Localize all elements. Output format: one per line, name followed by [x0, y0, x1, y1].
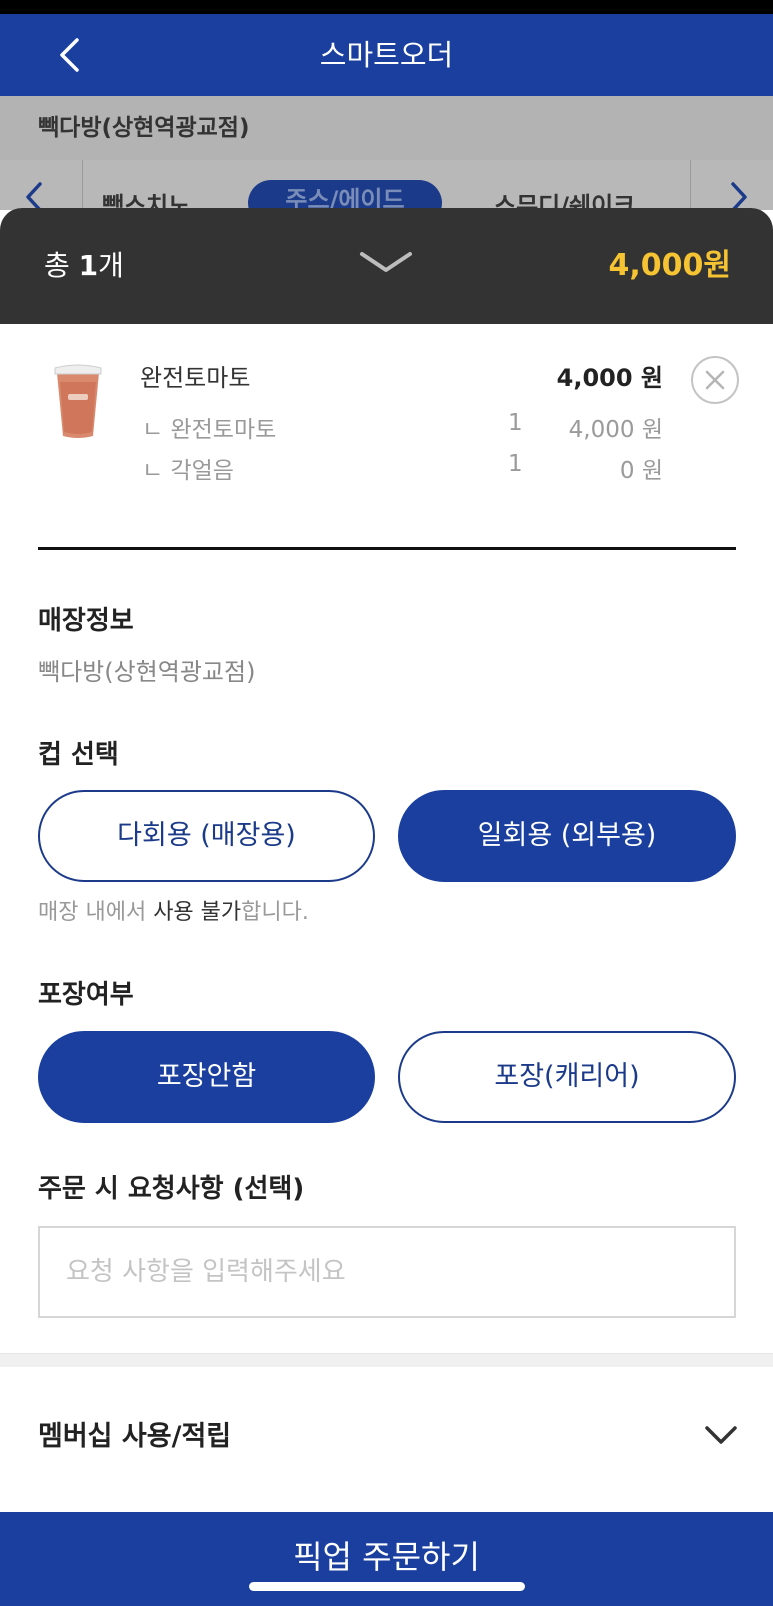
cup-select-title: 컵 선택 [38, 740, 119, 770]
category-divider [690, 160, 691, 210]
chevron-left-icon [26, 182, 42, 210]
total-count-value: 1 [78, 249, 99, 282]
cart-item-name: 완전토마토 [140, 364, 251, 392]
section-separator [0, 1353, 773, 1367]
option-price: 0 원 [619, 458, 663, 484]
category-tabs: 빽스치노 주스/에이드 스무디/쉐이크 [0, 160, 773, 210]
total-count-prefix: 총 [44, 249, 70, 282]
pickup-order-button[interactable]: 픽업 주문하기 [0, 1512, 773, 1606]
membership-label: 멤버십 사용/적립 [38, 1421, 232, 1452]
cup-note-part1: 매장 내에서 [38, 900, 154, 925]
cup-option-disposable[interactable]: 일회용 (외부용) [398, 790, 736, 882]
cart-sheet: 총 1개 4,000원 완전토마토 4,000 원 ㄴ 완전토마토 1 4,00… [0, 208, 773, 1606]
cup-note: 매장 내에서 사용 불가합니다. [38, 894, 309, 926]
request-input[interactable] [38, 1226, 736, 1318]
collapse-cart-button[interactable] [356, 246, 416, 280]
store-bar: 빽다방(상현역광교점) [0, 96, 773, 160]
packaging-option-carrier[interactable]: 포장(캐리어) [398, 1031, 736, 1123]
tab-category-0[interactable]: 빽스치노 [102, 186, 190, 210]
packaging-option-none[interactable]: 포장안함 [38, 1031, 375, 1123]
option-price: 4,000 원 [568, 417, 663, 443]
option-name: ㄴ 각얼음 [142, 458, 234, 484]
option-qty: 1 [508, 410, 523, 436]
option-qty: 1 [508, 451, 523, 477]
status-bar [0, 0, 773, 14]
cart-divider [38, 547, 736, 550]
cart-total-count: 총 1개 [44, 208, 124, 324]
cup-option-multi-use[interactable]: 다회용 (매장용) [38, 790, 375, 882]
chevron-right-icon [731, 182, 747, 210]
app-header: 스마트오더 [0, 14, 773, 96]
close-icon [705, 370, 725, 390]
store-info-title: 매장정보 [38, 606, 134, 636]
store-info-value: 빽다방(상현역광교점) [38, 658, 256, 686]
drink-cup-image [54, 364, 102, 438]
packaging-title: 포장여부 [38, 980, 134, 1010]
cup-note-part3: 합니다. [241, 900, 309, 925]
tab-category-1[interactable]: 주스/에이드 [248, 180, 442, 210]
tab-category-2[interactable]: 스무디/쉐이크 [494, 186, 635, 210]
home-indicator [249, 1582, 525, 1591]
membership-toggle[interactable]: 멤버십 사용/적립 [0, 1367, 773, 1507]
total-count-suffix: 개 [98, 249, 124, 282]
category-prev-button[interactable] [24, 182, 44, 210]
chevron-down-icon [705, 1426, 737, 1444]
category-next-button[interactable] [729, 182, 749, 210]
chevron-down-icon [360, 252, 412, 272]
cart-total-price: 4,000원 [608, 248, 732, 283]
option-name: ㄴ 완전토마토 [142, 417, 277, 443]
page-title: 스마트오더 [319, 38, 454, 72]
remove-item-button[interactable] [691, 356, 739, 404]
cup-note-emphasis: 사용 불가 [153, 900, 242, 925]
cart-item-price: 4,000 원 [556, 364, 663, 392]
cart-summary-bar: 총 1개 4,000원 [0, 208, 773, 324]
store-name: 빽다방(상현역광교점) [38, 115, 250, 141]
request-title: 주문 시 요청사항 (선택) [38, 1174, 305, 1204]
category-divider [82, 160, 83, 210]
